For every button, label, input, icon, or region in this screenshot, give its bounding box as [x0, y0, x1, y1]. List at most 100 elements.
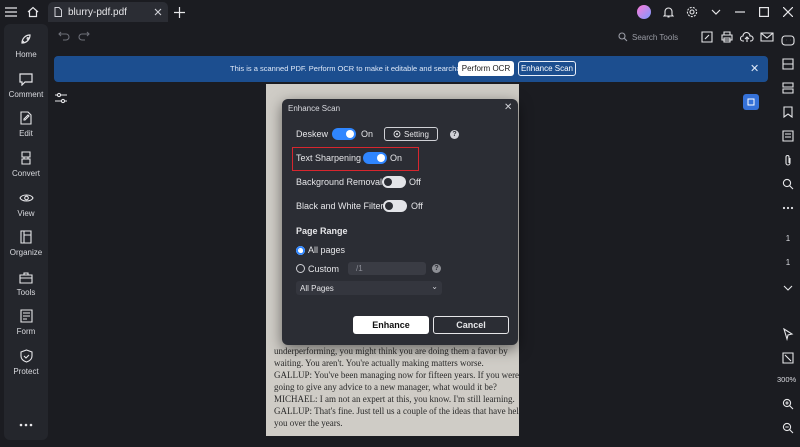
text-sharpening-state: On — [390, 153, 403, 163]
home-icon[interactable] — [22, 0, 44, 24]
enhance-button[interactable]: Enhance — [353, 316, 429, 334]
zoom-level[interactable]: 300% — [777, 375, 796, 384]
eye-icon — [4, 190, 48, 206]
tab-label: blurry-pdf.pdf — [68, 6, 127, 18]
sidebar-item-label: View — [17, 209, 35, 218]
sidebar-item-label: Organize — [9, 248, 43, 257]
search-tools[interactable]: Search Tools — [618, 32, 678, 42]
more-options-icon[interactable] — [780, 200, 796, 216]
zoom-out-icon[interactable] — [780, 420, 796, 436]
page-thumbnail-icon[interactable] — [743, 94, 759, 110]
sidebar-item-protect[interactable]: Protect — [4, 348, 48, 376]
search-icon — [618, 32, 628, 42]
comment-icon — [4, 71, 48, 87]
bookmark-icon[interactable] — [780, 104, 796, 120]
sidebar-item-edit[interactable]: Edit — [4, 110, 48, 138]
cursor-icon[interactable] — [780, 326, 796, 342]
perform-ocr-button[interactable]: Perform OCR — [458, 61, 514, 76]
menu-icon[interactable] — [0, 0, 22, 24]
plus-icon[interactable] — [168, 0, 190, 24]
more-options-icon[interactable] — [4, 420, 48, 429]
bw-filter-state: Off — [411, 201, 423, 211]
banner-close-icon[interactable]: ✕ — [750, 62, 759, 75]
layers-icon[interactable] — [780, 80, 796, 96]
page-total: 1 — [785, 258, 791, 267]
custom-range-input[interactable]: /1 — [348, 262, 426, 275]
sidebar-item-label: Tools — [16, 288, 36, 297]
chevron-down-icon: ⌄ — [431, 282, 438, 291]
print-icon[interactable] — [720, 30, 734, 44]
search-label: Search Tools — [632, 32, 679, 42]
sidebar-item-label: Comment — [8, 90, 44, 99]
deskew-label: Deskew — [296, 129, 329, 139]
sidebar-item-label: Convert — [11, 169, 40, 178]
sidebar-item-view[interactable]: View — [4, 190, 48, 218]
ai-assistant-icon[interactable] — [780, 32, 796, 48]
document-line: underperforming, you might think you are… — [274, 346, 508, 356]
organize-icon — [4, 229, 48, 245]
bw-filter-label: Black and White Filter — [296, 201, 384, 211]
deskew-toggle[interactable] — [332, 128, 356, 140]
toolbar: Search Tools — [52, 26, 774, 52]
attachment-icon[interactable] — [780, 152, 796, 168]
cloud-upload-icon[interactable] — [740, 30, 754, 44]
dialog-close-icon[interactable]: ✕ — [504, 102, 512, 113]
bw-filter-toggle[interactable] — [383, 200, 407, 212]
gear-icon — [393, 130, 401, 138]
chevron-down-icon[interactable] — [704, 0, 728, 24]
minimize-icon[interactable] — [728, 0, 752, 24]
maximize-icon[interactable] — [752, 0, 776, 24]
custom-radio[interactable] — [296, 264, 305, 273]
shield-icon — [4, 348, 48, 364]
enhance-scan-dialog: Enhance Scan ✕ Deskew On Setting ? Text … — [282, 99, 518, 345]
help-icon[interactable]: ? — [450, 130, 459, 139]
gear-icon[interactable] — [680, 0, 704, 24]
background-removal-toggle[interactable] — [382, 176, 406, 188]
search-icon[interactable] — [780, 176, 796, 192]
list-icon[interactable] — [780, 128, 796, 144]
sidebar-item-label: Edit — [19, 129, 33, 138]
document-line: MICHAEL: I am not an expert at this, you… — [274, 394, 515, 404]
zoom-in-icon[interactable] — [780, 396, 796, 412]
ocr-banner: This is a scanned PDF. Perform OCR to ma… — [54, 56, 768, 82]
panel-icon[interactable] — [780, 56, 796, 72]
all-pages-radio[interactable] — [296, 246, 305, 255]
undo-icon[interactable] — [58, 31, 70, 41]
close-icon[interactable] — [154, 8, 162, 16]
sidebar-item-form[interactable]: Form — [4, 308, 48, 336]
window-close-icon[interactable] — [776, 0, 800, 24]
all-pages-label: All pages — [308, 245, 346, 255]
document-tab[interactable]: blurry-pdf.pdf — [48, 2, 168, 22]
sidebar-item-home[interactable]: Home — [4, 31, 48, 59]
help-icon[interactable]: ? — [432, 264, 441, 273]
avatar[interactable] — [632, 0, 656, 24]
redo-icon[interactable] — [78, 31, 90, 41]
sidebar-item-convert[interactable]: Convert — [4, 150, 48, 178]
deskew-state: On — [361, 129, 374, 139]
page-edit-icon[interactable] — [700, 30, 714, 44]
banner-message: This is a scanned PDF. Perform OCR to ma… — [230, 64, 473, 73]
chevron-down-icon[interactable] — [780, 280, 796, 296]
bell-icon[interactable] — [656, 0, 680, 24]
page-subset-select[interactable]: All Pages ⌄ — [296, 281, 442, 295]
dialog-title: Enhance Scan — [288, 104, 341, 113]
sidebar-item-label: Protect — [13, 367, 39, 376]
sidebar-item-tools[interactable]: Tools — [4, 269, 48, 297]
sidebar-item-organize[interactable]: Organize — [4, 229, 48, 257]
fit-page-icon[interactable] — [780, 350, 796, 366]
mail-icon[interactable] — [760, 30, 774, 44]
file-icon — [54, 7, 62, 17]
text-sharpening-label: Text Sharpening — [296, 153, 362, 163]
page-current[interactable]: 1 — [776, 234, 800, 243]
document-line: GALLUP: You've been managing now for fif… — [274, 370, 519, 380]
document-line: you over the years. — [274, 418, 343, 428]
sliders-icon[interactable] — [54, 92, 72, 110]
enhance-scan-button[interactable]: Enhance Scan — [518, 61, 576, 76]
cancel-button[interactable]: Cancel — [433, 316, 509, 334]
deskew-setting-button[interactable]: Setting — [384, 127, 438, 141]
form-icon — [4, 308, 48, 324]
sidebar-item-comment[interactable]: Comment — [4, 71, 48, 99]
text-sharpening-toggle[interactable] — [363, 152, 387, 164]
left-sidebar: Home Comment Edit Convert View Organize … — [4, 24, 48, 440]
convert-icon — [4, 150, 48, 166]
